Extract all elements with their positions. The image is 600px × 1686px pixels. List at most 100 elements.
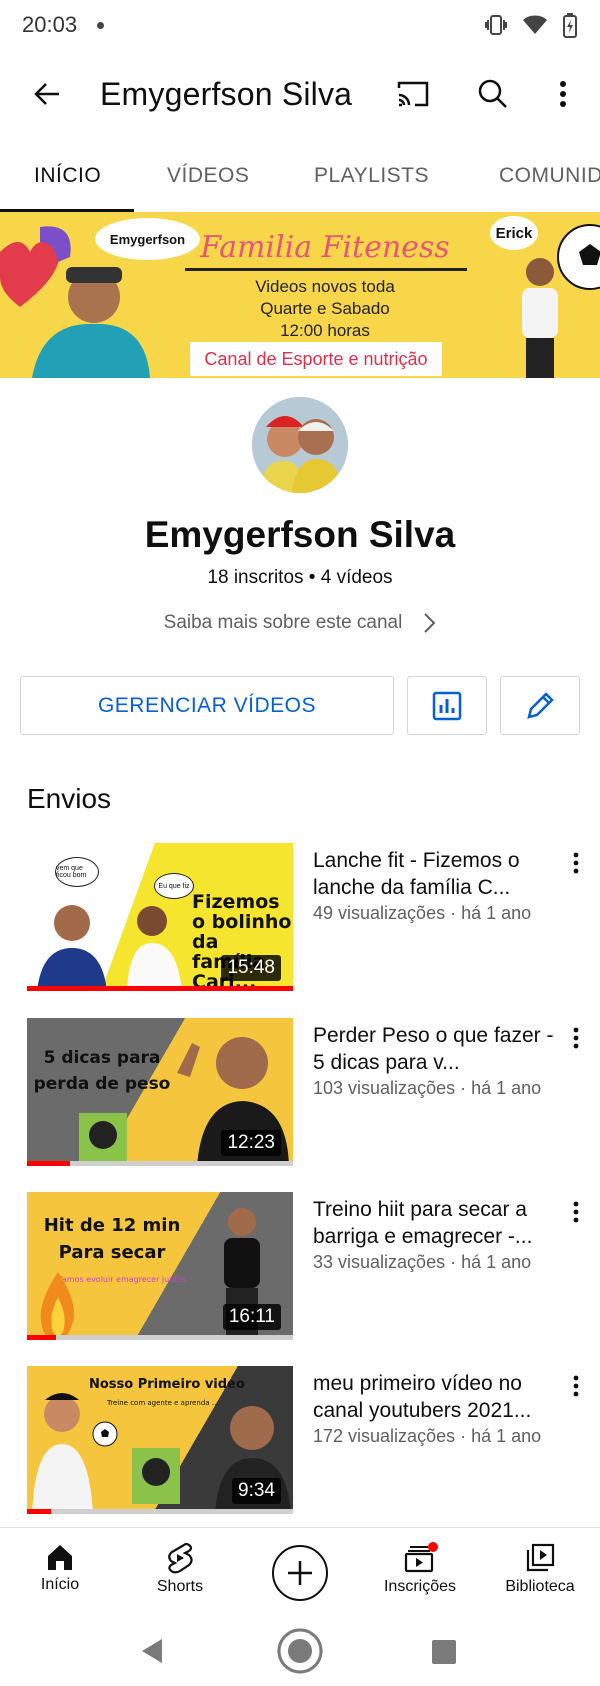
plus-icon <box>288 1561 312 1585</box>
video-duration: 16:11 <box>222 1304 281 1330</box>
search-icon <box>478 79 507 108</box>
thumb-caption: Nosso Primeiro video <box>89 1377 245 1392</box>
nav-label: Biblioteca <box>505 1578 575 1595</box>
app-bar: Emygerfson Silva <box>0 50 600 140</box>
nav-label: Shorts <box>156 1578 204 1595</box>
search-button[interactable] <box>469 70 517 118</box>
video-thumbnail[interactable]: 5 dicas para perda de peso 12:23 <box>27 1018 293 1166</box>
video-thumbnail[interactable]: Hit de 12 min Para secar Vamos evoluir e… <box>27 1192 293 1340</box>
thumb-caption: Hit de 12 min Para secar <box>43 1215 181 1263</box>
system-home-button[interactable] <box>276 1627 324 1675</box>
library-icon <box>526 1543 555 1572</box>
watch-progress-track <box>27 1335 293 1340</box>
soccer-ball-icon <box>92 1421 118 1447</box>
watch-progress-track <box>27 1161 293 1166</box>
status-time: 20:03 <box>22 12 78 37</box>
nav-item-inscricoes[interactable]: Inscrições <box>360 1528 480 1620</box>
banner-person-left <box>32 267 150 378</box>
wifi-icon <box>523 15 547 34</box>
notification-dot-icon <box>97 21 105 29</box>
banner-bubble-right: Erick <box>490 216 538 250</box>
more-vertical-icon <box>573 1027 579 1049</box>
banner-title: Familia Fiteness <box>200 230 450 265</box>
watch-progress-track <box>27 986 293 991</box>
video-item[interactable]: Nosso Primeiro video Treine com agente e… <box>0 1366 600 1516</box>
cast-button[interactable] <box>389 70 437 118</box>
nav-item-biblioteca[interactable]: Biblioteca <box>480 1528 600 1620</box>
about-channel-link[interactable]: Saiba mais sobre este canal <box>0 612 600 634</box>
about-channel-label: Saiba mais sobre este canal <box>163 612 403 633</box>
watch-progress-track <box>27 1509 293 1514</box>
banner-line: Videos novos toda <box>255 277 395 296</box>
thumb-people <box>37 905 182 991</box>
nav-item-inicio[interactable]: Início <box>0 1528 120 1620</box>
banner-tagline: Canal de Esporte e nutrição <box>190 342 442 376</box>
more-vertical-icon <box>573 1375 579 1397</box>
watch-progress-fill <box>27 986 293 991</box>
banner-line: 12:00 horas <box>280 321 370 340</box>
battery-icon <box>563 13 577 38</box>
nav-label: Início <box>40 1576 80 1593</box>
tab-videos[interactable]: VÍDEOS <box>167 164 249 188</box>
video-thumbnail[interactable]: vem que ficou bom Eu que fiz Fizemos o b… <box>27 843 293 991</box>
thumb-logo <box>132 1448 180 1504</box>
video-title[interactable]: Perder Peso o que fazer - 5 dicas para v… <box>313 1022 558 1076</box>
system-navigation-bar <box>0 1619 600 1686</box>
more-options-button[interactable] <box>539 70 587 118</box>
tab-playlists[interactable]: PLAYLISTS <box>314 164 429 188</box>
video-item[interactable]: Hit de 12 min Para secar Vamos evoluir e… <box>0 1192 600 1342</box>
video-thumbnail[interactable]: Nosso Primeiro video Treine com agente e… <box>27 1366 293 1514</box>
video-more-button[interactable] <box>560 1196 592 1228</box>
video-item[interactable]: 5 dicas para perda de peso 12:23 Perder … <box>0 1018 600 1168</box>
nav-item-shorts[interactable]: Shorts <box>120 1528 240 1620</box>
manage-videos-button[interactable]: GERENCIAR VÍDEOS <box>20 676 394 735</box>
pencil-icon <box>527 691 554 719</box>
tab-comunidade[interactable]: COMUNID <box>499 164 600 188</box>
video-meta: 172 visualizações · há 1 ano <box>313 1426 542 1446</box>
fire-graphic <box>40 1272 74 1340</box>
channel-banner: Emygerfson Familia Fiteness Videos novos… <box>0 212 600 378</box>
status-icons <box>484 12 578 38</box>
system-recents-button[interactable] <box>431 1639 457 1665</box>
video-meta: 33 visualizações · há 1 ano <box>313 1252 532 1272</box>
vibrate-icon <box>485 15 507 35</box>
video-more-button[interactable] <box>560 1022 592 1054</box>
shorts-icon <box>168 1542 193 1574</box>
system-back-button[interactable] <box>140 1637 164 1665</box>
banner-divider <box>185 268 467 271</box>
back-button[interactable] <box>23 70 71 118</box>
arrow-back-icon <box>34 83 59 105</box>
video-duration: 15:48 <box>221 955 281 981</box>
analytics-icon <box>432 691 462 720</box>
watch-progress-fill <box>27 1161 70 1166</box>
thumb-bubble: vem que ficou bom <box>55 857 99 887</box>
more-vertical-icon <box>573 852 579 874</box>
thumb-person <box>32 1393 93 1514</box>
video-title[interactable]: Treino hiit para secar a barriga e emagr… <box>313 1196 558 1250</box>
video-title[interactable]: Lanche fit - Fizemos o lanche da família… <box>313 847 558 901</box>
channel-stats: 18 inscritos • 4 vídeos <box>207 567 393 588</box>
soccer-ball-icon <box>557 224 600 290</box>
edit-channel-button[interactable] <box>500 676 580 735</box>
page-title: Emygerfson Silva <box>100 76 353 112</box>
video-item[interactable]: vem que ficou bom Eu que fiz Fizemos o b… <box>0 843 600 993</box>
watch-progress-fill <box>27 1509 51 1514</box>
more-vertical-icon <box>573 1201 579 1223</box>
more-vertical-icon <box>560 81 566 107</box>
video-more-button[interactable] <box>560 847 592 879</box>
chevron-right-icon <box>424 613 436 633</box>
banner-line: Quarte e Sabado <box>260 299 390 318</box>
tab-inicio[interactable]: INÍCIO <box>34 164 101 188</box>
create-button[interactable] <box>272 1545 328 1601</box>
avatar-image <box>252 397 348 493</box>
video-meta: 49 visualizações · há 1 ano <box>313 903 532 923</box>
thumb-caption: 5 dicas para perda de peso <box>33 1048 171 1094</box>
nav-label: Inscrições <box>383 1578 457 1595</box>
bottom-navigation: Início Shorts Inscrições Biblioteca <box>0 1527 600 1619</box>
channel-avatar[interactable] <box>252 397 348 493</box>
channel-tabs: INÍCIO VÍDEOS PLAYLISTS COMUNID <box>0 140 600 212</box>
home-icon <box>48 1545 72 1570</box>
video-more-button[interactable] <box>560 1370 592 1402</box>
analytics-button[interactable] <box>407 676 487 735</box>
video-title[interactable]: meu primeiro vídeo no canal youtubers 20… <box>313 1370 558 1424</box>
